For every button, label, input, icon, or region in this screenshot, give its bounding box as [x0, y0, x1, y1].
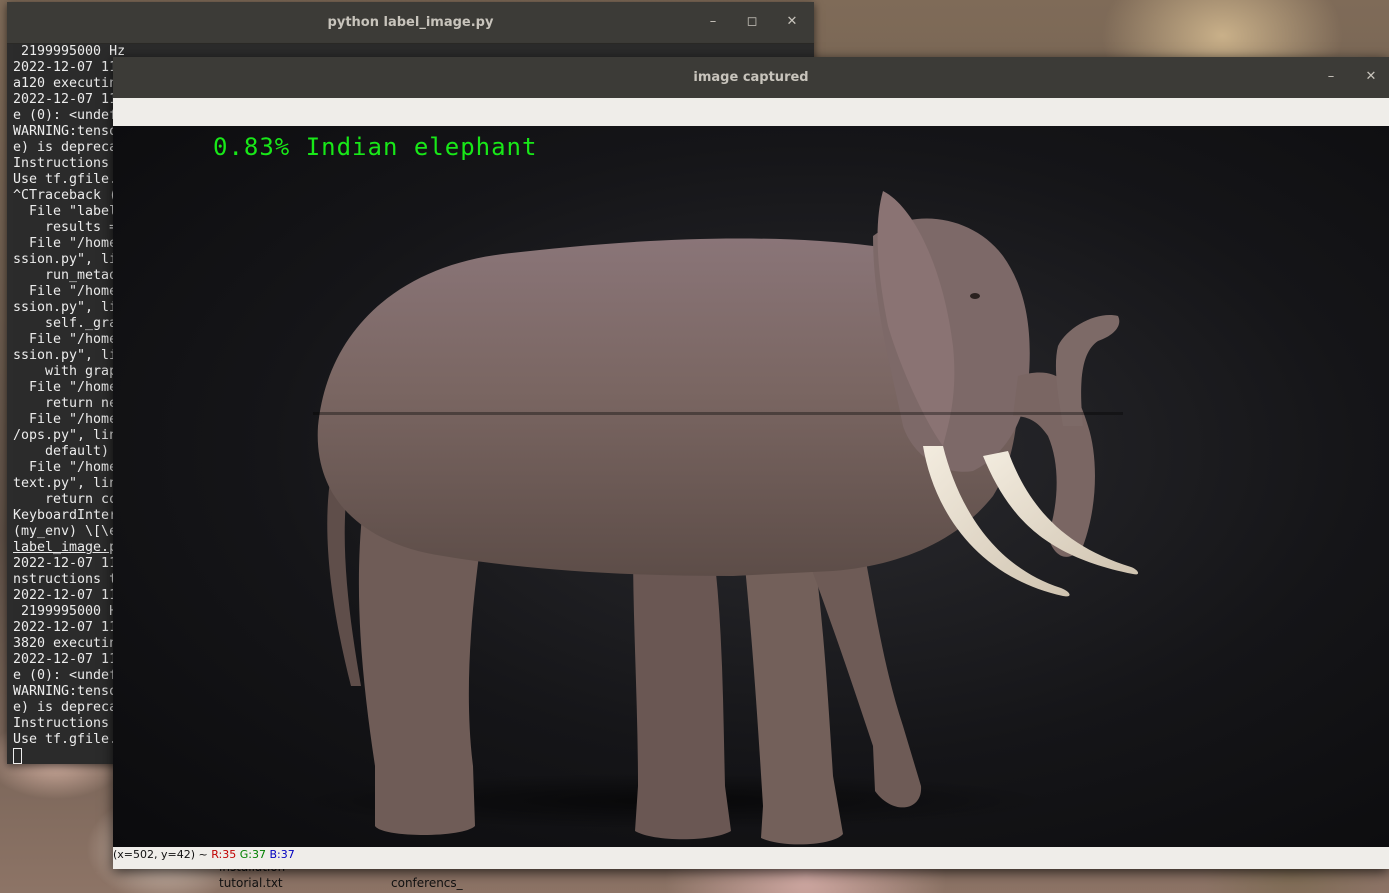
desktop-icon-label[interactable]: tutorial.txt [219, 876, 283, 890]
terminal-title: python label_image.py [327, 15, 494, 30]
minimize-icon[interactable]: – [1321, 67, 1341, 87]
close-icon[interactable]: ✕ [782, 12, 802, 32]
minimize-icon[interactable]: – [703, 12, 723, 32]
red-value: R:35 [211, 848, 237, 861]
image-canvas[interactable]: 0.83% Indian elephant [113, 126, 1389, 847]
blue-value: B:37 [269, 848, 295, 861]
desktop-icon-label[interactable]: conferencs_ [391, 876, 463, 890]
image-toolbar [113, 98, 1389, 126]
maximize-icon[interactable]: ◻ [742, 12, 762, 32]
green-value: G:37 [239, 848, 266, 861]
terminal-titlebar[interactable]: python label_image.py – ◻ ✕ [7, 2, 814, 44]
cursor-coords: (x=502, y=42) ~ [113, 848, 212, 861]
pixel-status-bar: (x=502, y=42) ~ R:35 G:37 B:37 [113, 847, 1389, 869]
image-window-title: image captured [693, 70, 809, 85]
close-icon[interactable]: ✕ [1361, 67, 1381, 87]
image-window-titlebar[interactable]: image captured – ✕ [113, 57, 1389, 99]
prediction-label: 0.83% Indian elephant [213, 133, 538, 161]
elephant-image [293, 191, 1139, 845]
image-window[interactable]: image captured – ✕ 0.83% Indian elephant… [113, 57, 1389, 869]
